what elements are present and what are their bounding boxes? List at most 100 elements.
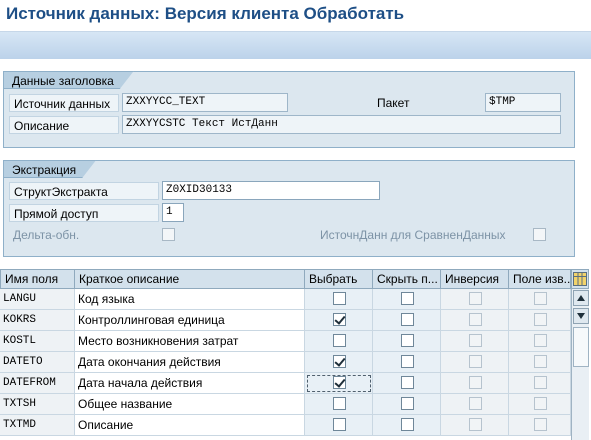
hide-checkbox[interactable] (401, 334, 414, 347)
column-header-short-desc[interactable]: Краткое описание (75, 269, 305, 289)
select-checkbox[interactable] (333, 418, 346, 431)
known-field-checkbox[interactable] (534, 376, 547, 389)
arrow-down-icon (577, 313, 585, 319)
inversion-checkbox[interactable] (469, 313, 482, 326)
table-settings-icon (573, 272, 587, 286)
table-row[interactable]: LANGU Код языка (0, 289, 571, 310)
inversion-checkbox[interactable] (469, 334, 482, 347)
hide-cell (373, 415, 441, 436)
scroll-down-button[interactable] (573, 308, 589, 324)
inversion-cell (441, 415, 509, 436)
datasource-field[interactable]: ZXXYYCC_TEXT (122, 93, 288, 112)
scroll-up-button[interactable] (573, 290, 589, 306)
select-checkbox[interactable] (333, 334, 346, 347)
column-header-select[interactable]: Выбрать (305, 269, 373, 289)
extraction-group: Экстракция СтруктЭкстракта Z0XID30133 Пр… (3, 160, 575, 257)
select-checkbox[interactable] (333, 397, 346, 410)
known-field-checkbox[interactable] (534, 292, 547, 305)
hide-cell (373, 331, 441, 352)
column-header-known-field[interactable]: Поле изв... (509, 269, 571, 289)
field-name-cell: KOKRS (0, 310, 75, 331)
direct-access-label: Прямой доступ (9, 204, 159, 222)
table-row[interactable]: KOSTL Место возникновения затрат (0, 331, 571, 352)
scroll-thumb[interactable] (573, 327, 589, 367)
short-description-cell: Общее название (75, 394, 305, 415)
package-label: Пакет (377, 96, 410, 110)
hide-cell (373, 373, 441, 394)
inversion-cell (441, 352, 509, 373)
compare-datasource-checkbox[interactable] (533, 228, 546, 241)
table-vertical-scrollbar[interactable] (571, 289, 589, 440)
field-name-cell: DATEFROM (0, 373, 75, 394)
inversion-cell (441, 394, 509, 415)
delta-update-checkbox[interactable] (162, 228, 175, 241)
description-field[interactable]: ZXXYYCSTC Текст ИстДанн (122, 115, 561, 134)
inversion-checkbox[interactable] (469, 292, 482, 305)
delta-update-label: Дельта-обн. (13, 228, 80, 242)
known-field-checkbox[interactable] (534, 397, 547, 410)
known-field-checkbox[interactable] (534, 418, 547, 431)
hide-cell (373, 310, 441, 331)
select-cell (305, 331, 373, 352)
inversion-cell (441, 310, 509, 331)
fields-table: Имя поля Краткое описание Выбрать Скрыть… (0, 269, 591, 440)
hide-checkbox[interactable] (401, 418, 414, 431)
inversion-cell (441, 289, 509, 310)
direct-access-field[interactable]: 1 (162, 203, 184, 222)
field-name-cell: DATETO (0, 352, 75, 373)
column-header-hide[interactable]: Скрыть п... (373, 269, 441, 289)
column-header-field-name[interactable]: Имя поля (0, 269, 75, 289)
table-row[interactable]: KOKRS Контроллинговая единица (0, 310, 571, 331)
datasource-label: Источник данных (9, 94, 119, 112)
select-checkbox[interactable] (333, 376, 346, 389)
window-title: Источник данных: Версия клиента Обработа… (6, 4, 405, 23)
select-cell (305, 415, 373, 436)
table-row[interactable]: TXTMD Описание (0, 415, 571, 436)
title-bar: Источник данных: Версия клиента Обработа… (0, 0, 591, 31)
column-header-inversion[interactable]: Инверсия (441, 269, 509, 289)
extraction-group-title: Экстракция (3, 160, 96, 178)
table-settings-button[interactable] (571, 269, 589, 289)
known-field-checkbox[interactable] (534, 313, 547, 326)
arrow-up-icon (577, 295, 585, 301)
table-row[interactable]: TXTSH Общее название (0, 394, 571, 415)
select-checkbox[interactable] (333, 313, 346, 326)
table-row[interactable]: DATEFROM Дата начала действия (0, 373, 571, 394)
hide-cell (373, 289, 441, 310)
hide-checkbox[interactable] (401, 397, 414, 410)
known-field-cell (509, 394, 571, 415)
known-field-cell (509, 289, 571, 310)
inversion-cell (441, 373, 509, 394)
inversion-checkbox[interactable] (469, 418, 482, 431)
field-name-cell: LANGU (0, 289, 75, 310)
description-label: Описание (9, 116, 119, 134)
known-field-cell (509, 415, 571, 436)
known-field-cell (509, 310, 571, 331)
inversion-checkbox[interactable] (469, 397, 482, 410)
select-cell (305, 352, 373, 373)
short-description-cell: Место возникновения затрат (75, 331, 305, 352)
select-cell (305, 289, 373, 310)
known-field-cell (509, 352, 571, 373)
select-checkbox[interactable] (333, 355, 346, 368)
known-field-checkbox[interactable] (534, 334, 547, 347)
inversion-checkbox[interactable] (469, 355, 482, 368)
inversion-cell (441, 331, 509, 352)
field-name-cell: KOSTL (0, 331, 75, 352)
short-description-cell: Дата начала действия (75, 373, 305, 394)
hide-checkbox[interactable] (401, 355, 414, 368)
field-name-cell: TXTMD (0, 415, 75, 436)
hide-checkbox[interactable] (401, 313, 414, 326)
short-description-cell: Контроллинговая единица (75, 310, 305, 331)
hide-checkbox[interactable] (401, 376, 414, 389)
inversion-checkbox[interactable] (469, 376, 482, 389)
extract-struct-field[interactable]: Z0XID30133 (162, 181, 380, 200)
hide-cell (373, 394, 441, 415)
package-field[interactable]: $TMP (485, 93, 561, 112)
select-checkbox[interactable] (333, 292, 346, 305)
short-description-cell: Дата окончания действия (75, 352, 305, 373)
hide-checkbox[interactable] (401, 292, 414, 305)
known-field-checkbox[interactable] (534, 355, 547, 368)
compare-datasource-label: ИсточнДанн для СравненДанных (320, 228, 506, 242)
table-row[interactable]: DATETO Дата окончания действия (0, 352, 571, 373)
